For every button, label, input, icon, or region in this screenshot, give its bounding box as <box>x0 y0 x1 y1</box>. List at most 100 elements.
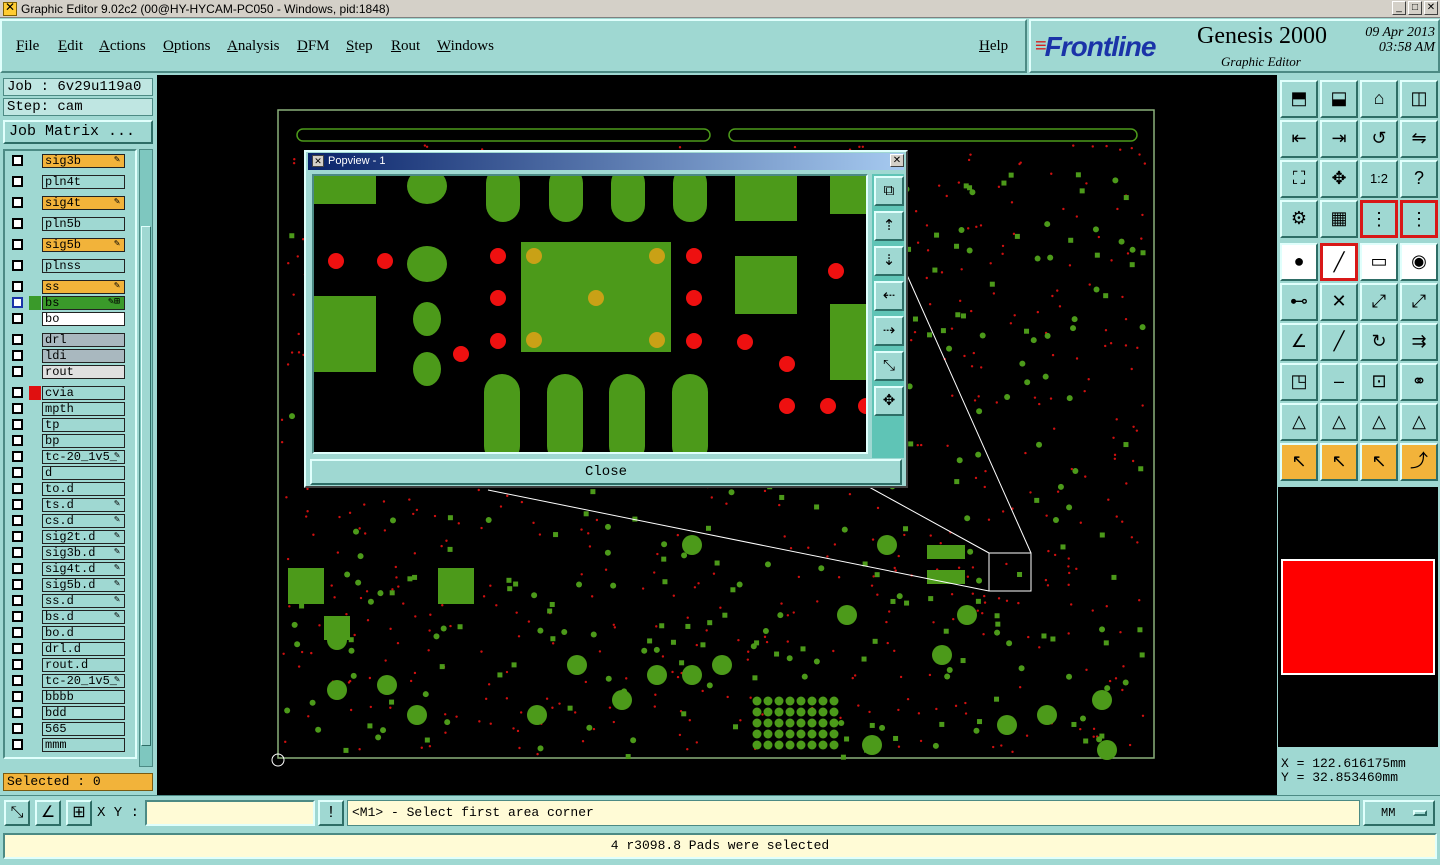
arc-icon[interactable]: ⤢ <box>1360 283 1398 321</box>
layer-checkbox[interactable] <box>12 579 23 590</box>
layers-alt-icon[interactable]: ⋮ <box>1400 200 1438 238</box>
layer-name[interactable]: mmm <box>42 738 125 752</box>
layer-checkbox[interactable] <box>12 707 23 718</box>
layer-checkbox[interactable] <box>12 595 23 606</box>
layer-row-tp[interactable]: tp <box>7 418 127 432</box>
layer-row-drl.d[interactable]: drl.d <box>7 642 127 656</box>
layer-name[interactable]: pln5b <box>42 217 125 231</box>
layer-checkbox[interactable] <box>12 659 23 670</box>
layer-row-rout.d[interactable]: rout.d <box>7 658 127 672</box>
layer-row-drl[interactable]: drl <box>7 333 127 347</box>
layer-checkbox[interactable] <box>12 467 23 478</box>
layer-row-bbbb[interactable]: bbbb <box>7 690 127 704</box>
layer-name[interactable]: to.d <box>42 482 125 496</box>
layer-row-tc-20_1v5_[interactable]: tc-20_1v5_ ✎ <box>7 674 127 688</box>
zoom-fit-icon[interactable]: ✥ <box>874 386 904 416</box>
layer-checkbox[interactable] <box>12 435 23 446</box>
layer-checkbox[interactable] <box>12 739 23 750</box>
help-icon[interactable]: ? <box>1400 160 1438 198</box>
layer-checkbox[interactable] <box>12 419 23 430</box>
popview-title-bar[interactable]: ✕ Popview - 1 <box>308 153 904 170</box>
layer-row-sig5b.d[interactable]: sig5b.d ✎ <box>7 578 127 592</box>
layer-checkbox[interactable] <box>12 176 23 187</box>
fit-icon[interactable]: ⛶ <box>1280 160 1318 198</box>
layer-name[interactable]: plnss <box>42 259 125 273</box>
layer-name[interactable]: drl <box>42 333 125 347</box>
layer-name[interactable]: d <box>42 466 125 480</box>
layer-checkbox[interactable] <box>12 627 23 638</box>
layer-name[interactable]: ss.d ✎ <box>42 594 125 608</box>
menu-analysis[interactable]: Analysis <box>227 38 280 55</box>
menu-options[interactable]: Options <box>163 38 211 55</box>
job-matrix-button[interactable]: Job Matrix ... <box>3 120 153 144</box>
layer-name[interactable]: cs.d ✎ <box>42 514 125 528</box>
layer-row-sig3b[interactable]: sig3b ✎ <box>7 154 127 168</box>
layer-name[interactable]: sig5b.d ✎ <box>42 578 125 592</box>
connect-icon[interactable]: ⊷ <box>1280 283 1318 321</box>
layer-row-bp[interactable]: bp <box>7 434 127 448</box>
layer-row-rout[interactable]: rout <box>7 365 127 379</box>
layer-checkbox[interactable] <box>12 334 23 345</box>
layer-name[interactable]: 565 <box>42 722 125 736</box>
move-left-icon[interactable]: ⇤ <box>1280 120 1318 158</box>
layer-checkbox[interactable] <box>12 366 23 377</box>
layer-row-sig2t.d[interactable]: sig2t.d ✎ <box>7 530 127 544</box>
layer-name[interactable]: pln4t <box>42 175 125 189</box>
layer-row-bs.d[interactable]: bs.d ✎ <box>7 610 127 624</box>
layer-checkbox[interactable] <box>12 387 23 398</box>
layer-name[interactable]: sig3b.d ✎ <box>42 546 125 560</box>
pan-up-icon[interactable]: ⇡ <box>874 211 904 241</box>
layer-checkbox[interactable] <box>12 239 23 250</box>
layer-row-tc-20_1v5_[interactable]: tc-20_1v5_ ✎ <box>7 450 127 464</box>
maximize-button[interactable]: □ <box>1408 1 1422 15</box>
zoom-out-icon[interactable]: ⤡ <box>874 351 904 381</box>
layer-name[interactable]: tp <box>42 418 125 432</box>
layer-name[interactable]: sig4t.d ✎ <box>42 562 125 576</box>
layer-name[interactable]: mpth <box>42 402 125 416</box>
cross-icon[interactable]: ✕ <box>1320 283 1358 321</box>
layer-row-bo[interactable]: bo <box>7 312 127 326</box>
layer-name[interactable]: cvia <box>42 386 125 400</box>
pan-down-icon[interactable]: ⇣ <box>874 246 904 276</box>
mirror-icon[interactable]: ⇋ <box>1400 120 1438 158</box>
bracket-icon[interactable]: ⇉ <box>1400 323 1438 361</box>
layer-name[interactable]: drl.d <box>42 642 125 656</box>
popview-window[interactable]: ✕ Popview - 1 ✕ ⧉ ⇡ ⇣ ⇠ ⇢ ⤡ ✥ Close <box>304 150 908 488</box>
layer-checkbox[interactable] <box>12 260 23 271</box>
measure-icon[interactable]: ∠ <box>35 800 61 826</box>
layer-row-mmm[interactable]: mmm <box>7 738 127 752</box>
rotate-icon[interactable]: ↺ <box>1360 120 1398 158</box>
layer-name[interactable]: bp <box>42 434 125 448</box>
layer-row-sig5b[interactable]: sig5b ✎ <box>7 238 127 252</box>
frame-icon[interactable]: ⊡ <box>1360 363 1398 401</box>
layer-checkbox[interactable] <box>12 281 23 292</box>
menu-edit[interactable]: Edit <box>58 38 83 55</box>
layer-checkbox[interactable] <box>12 499 23 510</box>
scrollbar-thumb[interactable] <box>141 226 151 746</box>
menu-windows[interactable]: Windows <box>437 38 494 55</box>
zoom-window-icon[interactable]: ⧉ <box>874 176 904 206</box>
layer-name[interactable]: tc-20_1v5_ ✎ <box>42 674 125 688</box>
rotate-arc-icon[interactable]: ↻ <box>1360 323 1398 361</box>
layer-row-d[interactable]: d <box>7 466 127 480</box>
layer-checkbox[interactable] <box>12 350 23 361</box>
layer-checkbox[interactable] <box>12 723 23 734</box>
layer-row-ldi[interactable]: ldi <box>7 349 127 363</box>
layer-row-sig4t.d[interactable]: sig4t.d ✎ <box>7 562 127 576</box>
layer-name[interactable]: rout.d <box>42 658 125 672</box>
layer-name[interactable]: bs ✎⊞ <box>42 296 125 310</box>
window-icon[interactable]: ◫ <box>1400 80 1438 118</box>
layer-row-bo.d[interactable]: bo.d <box>7 626 127 640</box>
select-alt-icon[interactable]: ↖ <box>1360 443 1398 481</box>
layer-checkbox[interactable] <box>12 515 23 526</box>
menu-help[interactable]: Help <box>979 38 1008 55</box>
center-icon[interactable]: ✥ <box>1320 160 1358 198</box>
menu-actions[interactable]: Actions <box>99 38 146 55</box>
layer-checkbox[interactable] <box>12 563 23 574</box>
units-select[interactable]: MM <box>1363 800 1435 826</box>
pad-icon[interactable]: ◉ <box>1400 243 1438 281</box>
grid-icon[interactable]: ⊞ <box>66 800 92 826</box>
layer-name[interactable]: sig2t.d ✎ <box>42 530 125 544</box>
layer-name[interactable]: rout <box>42 365 125 379</box>
triangle-a-icon[interactable]: △ <box>1280 403 1318 441</box>
